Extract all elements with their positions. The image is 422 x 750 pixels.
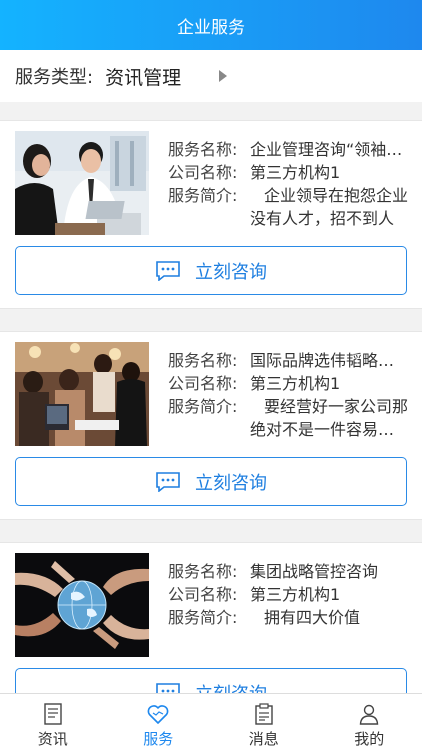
bottom-tab-bar: 资讯 服务 消息 我的 (0, 693, 422, 750)
consult-button[interactable]: 立刻咨询 (15, 246, 407, 295)
service-name-label: 服务名称: (168, 140, 238, 159)
company-name-label: 公司名称: (168, 374, 238, 393)
service-intro: 拥有四大价值 (264, 608, 361, 627)
service-image (15, 131, 149, 235)
filter-label: 服务类型: (15, 67, 94, 88)
service-name: 国际品牌选伟韬略管理咨询 (250, 351, 408, 370)
service-type-filter[interactable]: 服务类型: 资讯管理 (0, 50, 422, 102)
news-icon (44, 703, 62, 725)
chat-icon (156, 260, 180, 281)
tab-messages[interactable]: 消息 (211, 694, 317, 750)
tab-label: 资讯 (37, 730, 68, 748)
service-name: 企业管理咨询“领袖智慧” (250, 140, 408, 159)
tab-news[interactable]: 资讯 (0, 694, 106, 750)
consult-button-label: 立刻咨询 (195, 472, 267, 494)
heart-icon (147, 705, 169, 724)
company-name-label: 公司名称: (168, 163, 238, 182)
service-info: 服务名称: 企业管理咨询“领袖智慧” 公司名称: 第三方机构1 服务简介: 企业领导在… (168, 138, 408, 230)
service-intro-label: 服务简介: (168, 608, 238, 627)
service-intro-label: 服务简介: (168, 397, 238, 416)
top-bar: 企业服务 (0, 0, 422, 50)
consult-button-label: 立刻咨询 (195, 261, 267, 283)
user-icon (360, 704, 379, 725)
service-info: 服务名称: 集团战略管控咨询 公司名称: 第三方机构1 服务简介: 拥有四大价值 (168, 560, 408, 652)
service-info: 服务名称: 国际品牌选伟韬略管理咨询 公司名称: 第三方机构1 服务简介: 要经营好一… (168, 349, 408, 441)
tab-label: 我的 (354, 730, 385, 748)
service-intro: 要经营好一家公司那绝对不是一件容易的事 (250, 397, 408, 439)
tab-label: 消息 (248, 730, 279, 748)
service-intro: 企业领导在抱怨企业没有人才，招不到人 (250, 186, 408, 228)
service-image (15, 342, 149, 446)
company-name-label: 公司名称: (168, 585, 238, 604)
company-name: 第三方机构1 (250, 374, 341, 393)
tab-mine[interactable]: 我的 (317, 694, 422, 750)
clipboard-icon (255, 703, 273, 725)
caret-right-icon[interactable] (219, 70, 227, 82)
tab-service[interactable]: 服务 (106, 694, 212, 750)
chat-icon (156, 471, 180, 492)
service-card[interactable]: 服务名称: 国际品牌选伟韬略管理咨询 公司名称: 第三方机构1 服务简介: 要经营好一… (0, 331, 422, 520)
service-name: 集团战略管控咨询 (250, 562, 379, 581)
service-card[interactable]: 服务名称: 企业管理咨询“领袖智慧” 公司名称: 第三方机构1 服务简介: 企业领导在… (0, 120, 422, 309)
service-intro-label: 服务简介: (168, 186, 238, 205)
company-name: 第三方机构1 (250, 585, 341, 604)
tab-label: 服务 (143, 730, 174, 748)
service-name-label: 服务名称: (168, 562, 238, 581)
service-name-label: 服务名称: (168, 351, 238, 370)
company-name: 第三方机构1 (250, 163, 341, 182)
service-image (15, 553, 149, 657)
filter-value[interactable]: 资讯管理 (105, 63, 181, 90)
consult-button[interactable]: 立刻咨询 (15, 457, 407, 506)
page-title: 企业服务 (177, 17, 245, 38)
